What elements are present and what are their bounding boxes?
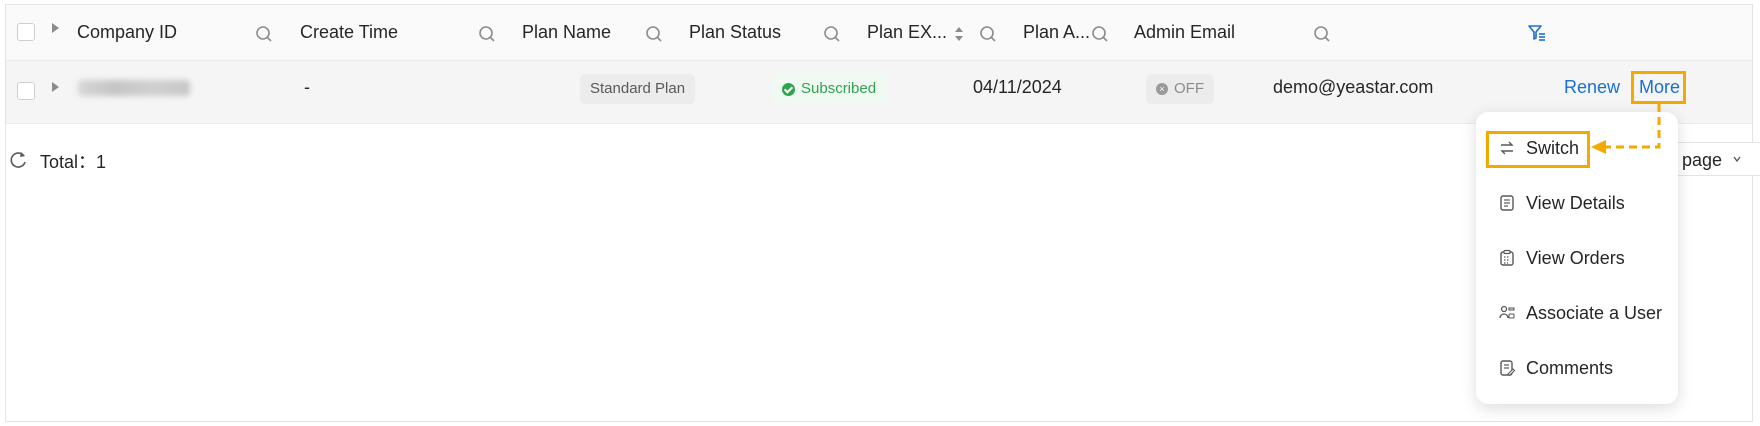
- renew-link[interactable]: Renew: [1564, 56, 1620, 118]
- total-value: 1: [96, 152, 107, 172]
- sort-icon[interactable]: [954, 25, 964, 43]
- company-id-cell: [78, 80, 190, 96]
- chevron-down-icon: [1733, 156, 1741, 163]
- column-header-create-time[interactable]: Create Time: [300, 5, 398, 60]
- close-circle-icon: ×: [1156, 83, 1168, 95]
- check-circle-icon: [782, 82, 795, 96]
- search-icon[interactable]: [477, 24, 497, 44]
- column-header-plan-auto[interactable]: Plan A...: [1023, 5, 1090, 60]
- menu-item-label: Comments: [1526, 358, 1614, 378]
- plan-name-tag: Standard Plan: [580, 74, 696, 104]
- total-count: Total：1: [40, 148, 106, 174]
- column-header-plan-status[interactable]: Plan Status: [689, 5, 781, 60]
- menu-item-label: View Orders: [1526, 248, 1625, 268]
- plan-status-label: Subscribed: [801, 80, 877, 97]
- column-header-plan-expire[interactable]: Plan EX...: [867, 5, 947, 60]
- more-highlight-box: [1631, 71, 1686, 104]
- filter-icon[interactable]: [1526, 22, 1548, 44]
- refresh-icon[interactable]: [8, 150, 28, 170]
- menu-item-comments[interactable]: Comments: [1498, 353, 1613, 383]
- column-header-admin-email[interactable]: Admin Email: [1134, 5, 1235, 60]
- expand-row-icon[interactable]: [52, 82, 59, 92]
- document-icon: [1500, 195, 1514, 211]
- total-label: Total：: [40, 152, 97, 172]
- menu-item-view-details[interactable]: View Details: [1498, 188, 1625, 218]
- menu-item-label: Associate a User: [1526, 303, 1663, 323]
- page-size-label: page: [1682, 150, 1723, 170]
- menu-item-label: View Details: [1526, 193, 1625, 213]
- users-icon: [1499, 305, 1515, 319]
- search-icon[interactable]: [254, 24, 274, 44]
- admin-email-cell: demo@yeastar.com: [1273, 77, 1434, 97]
- plan-auto-badge: × OFF: [1146, 74, 1214, 104]
- plan-status-badge: Subscribed: [772, 74, 889, 104]
- comment-note-icon: [1500, 360, 1516, 377]
- search-icon[interactable]: [1090, 24, 1110, 44]
- table-header: Company ID Create Time Plan Name Plan St…: [6, 5, 1752, 61]
- row-checkbox[interactable]: [17, 82, 35, 100]
- menu-item-associate-user[interactable]: Associate a User: [1498, 298, 1662, 328]
- clipboard-icon: [1500, 249, 1514, 266]
- column-header-plan-name[interactable]: Plan Name: [522, 5, 611, 60]
- plan-expire-cell: 04/11/2024: [973, 77, 1062, 97]
- search-icon[interactable]: [644, 24, 664, 44]
- menu-item-view-orders[interactable]: View Orders: [1498, 243, 1625, 273]
- switch-highlight-box: [1486, 131, 1590, 168]
- column-header-company-id[interactable]: Company ID: [77, 5, 177, 60]
- search-icon[interactable]: [978, 24, 998, 44]
- create-time-cell: -: [304, 77, 310, 97]
- search-icon[interactable]: [822, 24, 842, 44]
- plan-auto-label: OFF: [1174, 80, 1204, 97]
- expand-all-icon[interactable]: [52, 23, 59, 33]
- search-icon[interactable]: [1312, 24, 1332, 44]
- select-all-checkbox[interactable]: [17, 23, 35, 41]
